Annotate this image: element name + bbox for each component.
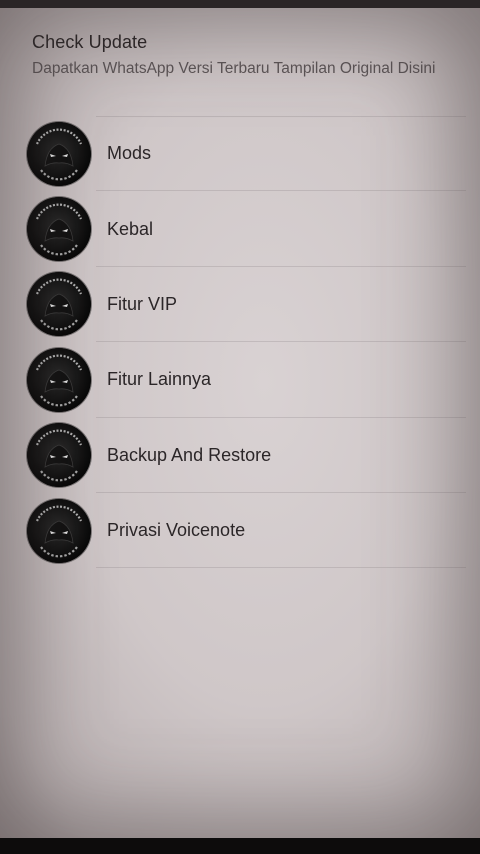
whatsapp-mods-logo-icon: [27, 423, 91, 488]
menu-item-label: Kebal: [107, 218, 154, 239]
menu-item-label: Fitur VIP: [107, 293, 178, 314]
menu-item-fitur-lainnya[interactable]: Fitur Lainnya: [0, 342, 480, 418]
menu-item-label: Backup And Restore: [107, 444, 272, 465]
menu-item-label: Privasi Voicenote: [107, 520, 246, 541]
menu-item-backup-and-restore[interactable]: Backup And Restore: [0, 418, 480, 494]
whatsapp-mods-logo-icon: [27, 498, 91, 563]
whatsapp-mods-logo-icon: [27, 121, 91, 186]
whatsapp-mods-logo-icon: [27, 272, 91, 337]
check-update-item[interactable]: Check Update Dapatkan WhatsApp Versi Ter…: [32, 32, 440, 78]
menu-item-fitur-vip[interactable]: Fitur VIP: [0, 267, 480, 343]
whatsapp-mods-logo-icon: [27, 347, 91, 412]
menu-item-label: Fitur Lainnya: [107, 369, 212, 390]
menu-item-label: Mods: [107, 143, 152, 164]
menu-list: Mods Kebal Fitur VIP Fitur Lainnya Backu…: [0, 116, 480, 569]
navigation-bar: [0, 838, 480, 854]
whatsapp-mods-logo-icon: [27, 197, 91, 262]
menu-item-mods[interactable]: Mods: [0, 116, 480, 192]
settings-screen: Check Update Dapatkan WhatsApp Versi Ter…: [0, 8, 480, 838]
check-update-title: Check Update: [32, 32, 148, 52]
menu-item-kebal[interactable]: Kebal: [0, 191, 480, 268]
status-bar: [0, 0, 480, 8]
menu-item-privasi-voicenote[interactable]: Privasi Voicenote: [0, 493, 480, 569]
check-update-subtitle: Dapatkan WhatsApp Versi Terbaru Tampilan…: [32, 60, 436, 77]
